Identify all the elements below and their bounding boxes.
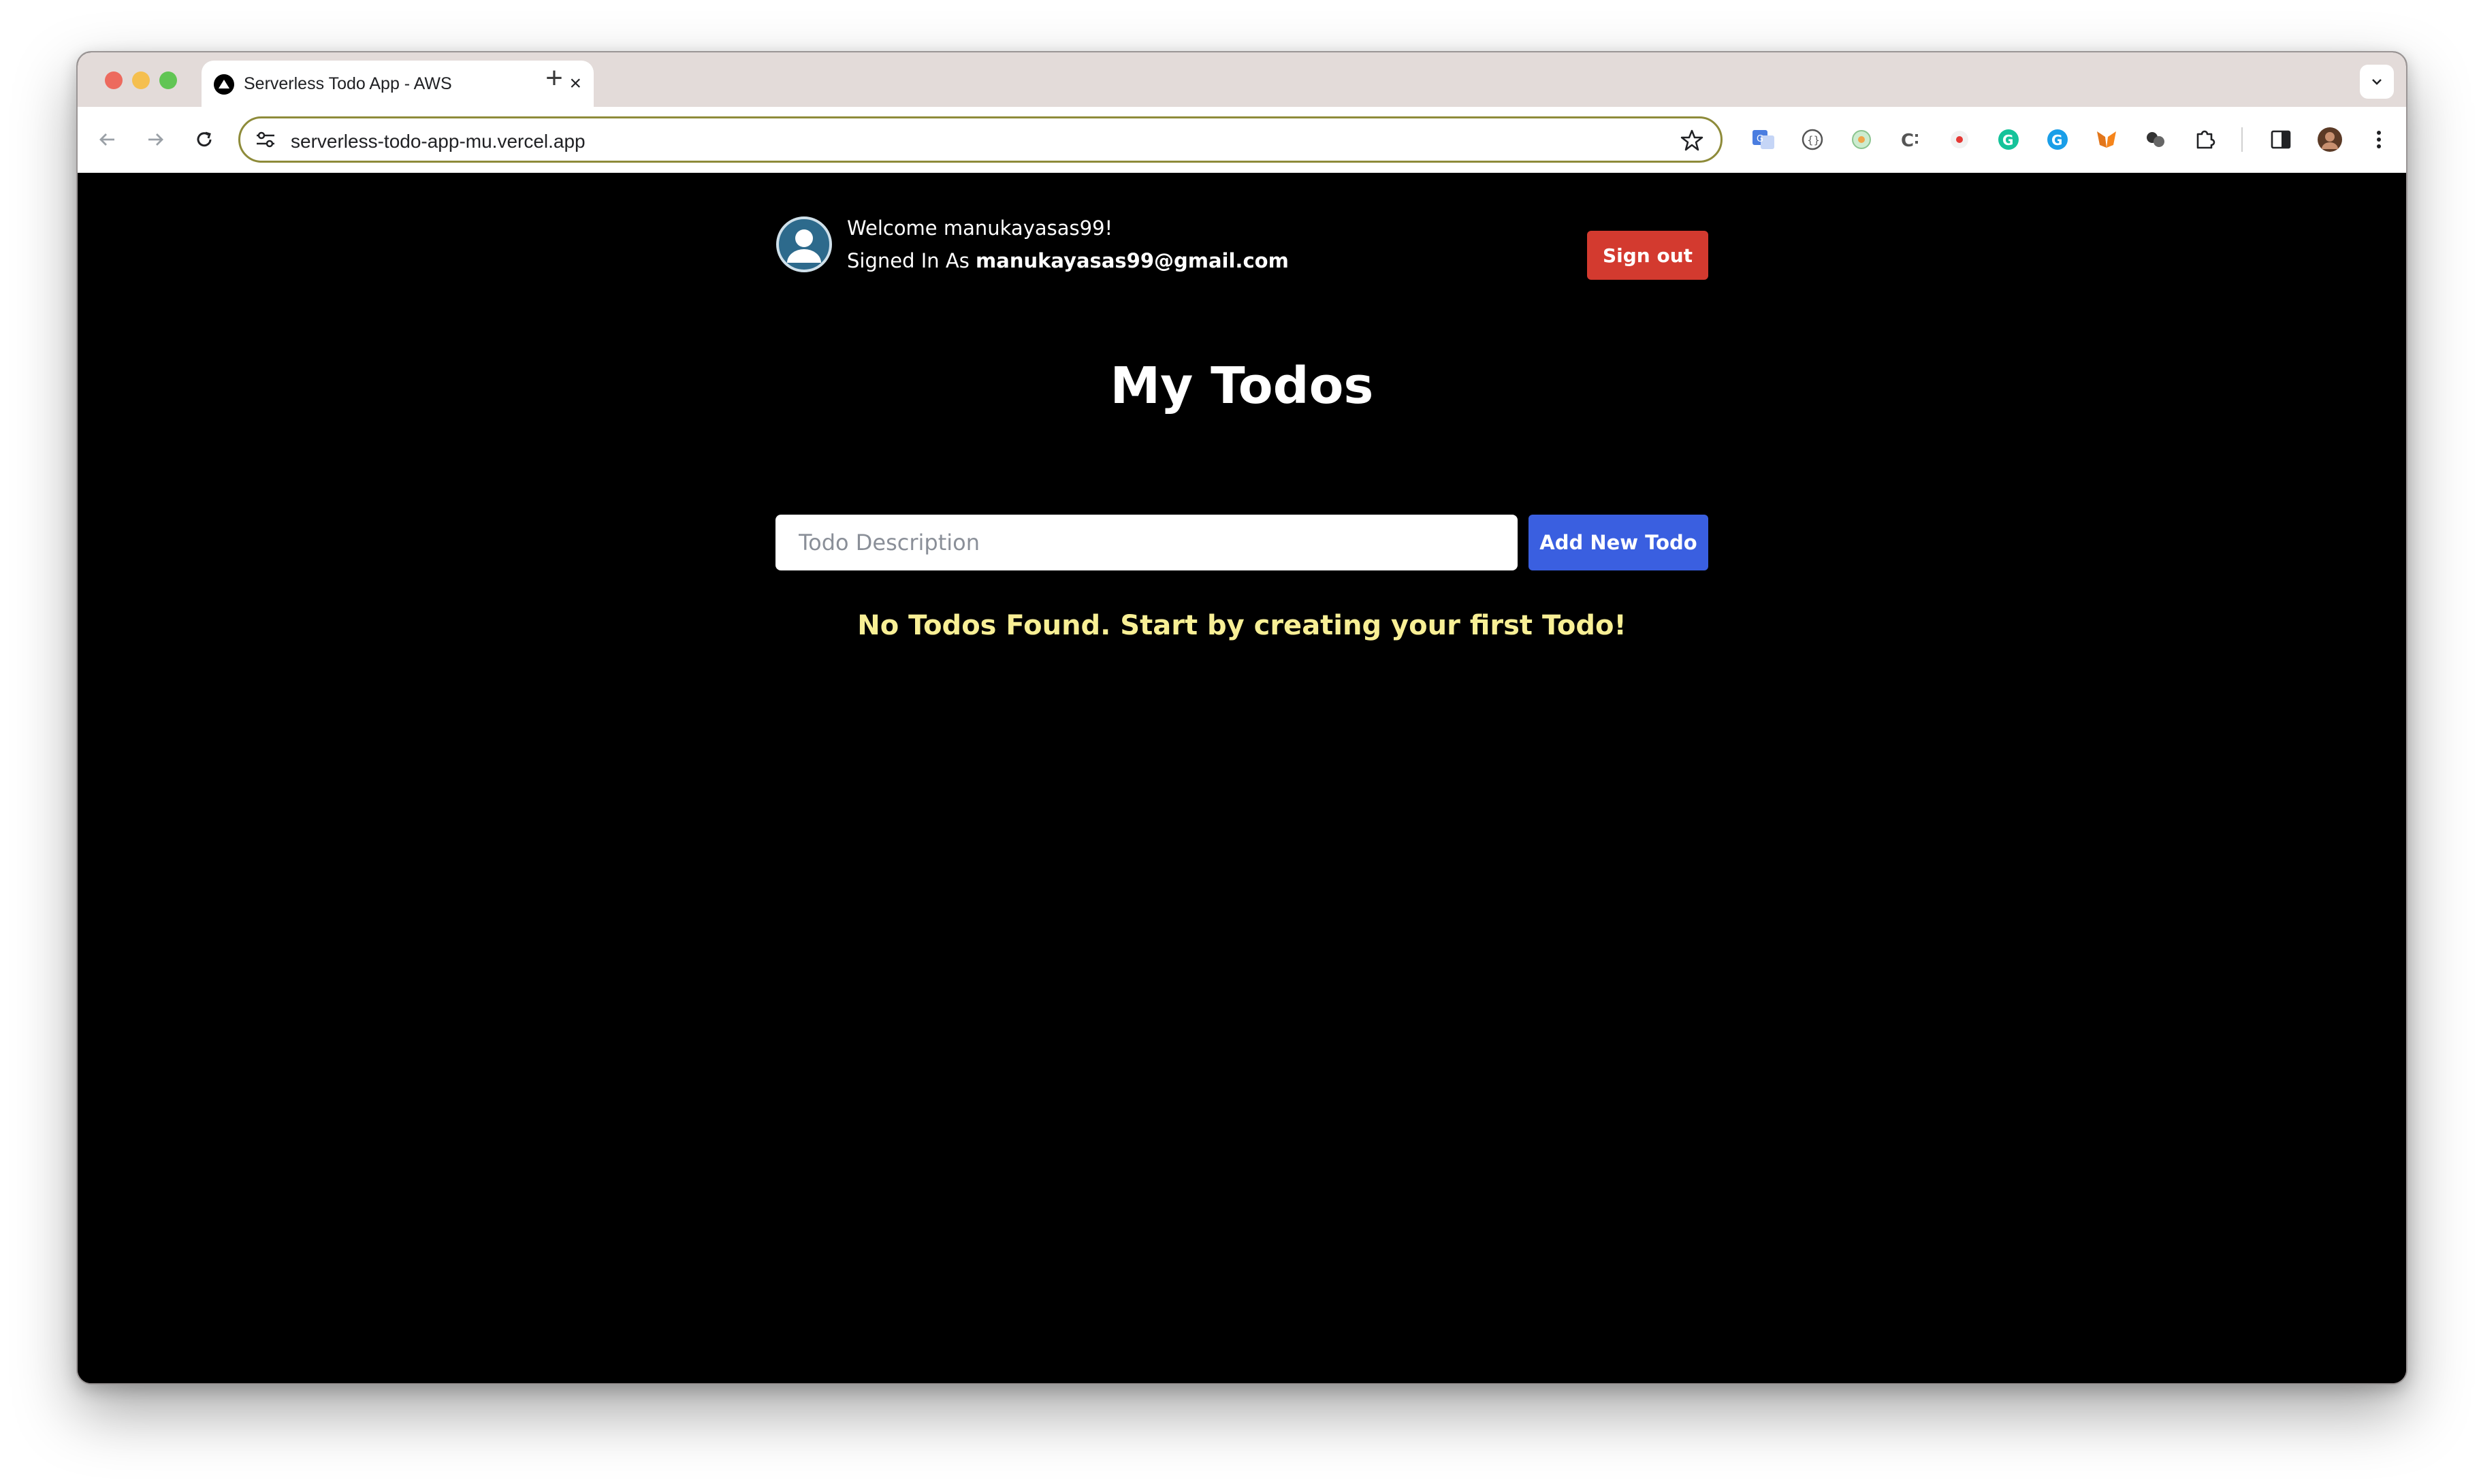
more-menu-icon[interactable] xyxy=(2365,126,2392,153)
tab-search-button[interactable] xyxy=(2360,65,2394,99)
minimize-window-button[interactable] xyxy=(132,71,150,89)
reload-button[interactable] xyxy=(188,123,221,156)
css-extension-icon[interactable]: C xyxy=(1897,126,1924,153)
bookmark-star-icon[interactable] xyxy=(1680,128,1704,152)
reload-icon xyxy=(197,131,212,147)
profile-avatar-icon[interactable] xyxy=(2316,126,2343,153)
back-button[interactable] xyxy=(91,123,124,156)
side-panel-icon[interactable] xyxy=(2267,126,2294,153)
app-page: Welcome manukayasas99! Signed In As manu… xyxy=(78,173,2406,1383)
tab-strip: Serverless Todo App - AWS × + xyxy=(78,52,2406,107)
site-settings-icon[interactable] xyxy=(254,129,277,150)
profile-group-extension-icon[interactable] xyxy=(2142,126,2169,153)
g-extension-icon[interactable]: G xyxy=(2044,126,2071,153)
signed-in-prefix: Signed In As xyxy=(847,249,976,272)
todo-description-input[interactable] xyxy=(775,515,1518,570)
metamask-extension-icon[interactable] xyxy=(2093,126,2120,153)
tab-title: Serverless Todo App - AWS xyxy=(244,74,452,93)
svg-text:G: G xyxy=(2002,132,2013,148)
new-tab-button[interactable]: + xyxy=(534,58,575,99)
empty-state-message: No Todos Found. Start by creating your f… xyxy=(857,610,1627,641)
grammarly-extension-icon[interactable]: G xyxy=(1995,126,2022,153)
arrow-right-icon xyxy=(148,133,163,146)
url-text: serverless-todo-app-mu.vercel.app xyxy=(291,131,586,152)
translate-extension-icon[interactable]: G xyxy=(1750,126,1777,153)
json-extension-icon[interactable]: {} xyxy=(1799,126,1826,153)
welcome-text: Welcome manukayasas99! xyxy=(847,216,1113,240)
svg-text:G: G xyxy=(2051,132,2062,148)
sign-out-button[interactable]: Sign out xyxy=(1587,231,1708,280)
address-bar[interactable]: serverless-todo-app-mu.vercel.app xyxy=(238,116,1723,163)
svg-text:{}: {} xyxy=(1807,134,1820,146)
signed-in-text: Signed In As manukayasas99@gmail.com xyxy=(847,249,1289,272)
svg-text:C: C xyxy=(1901,131,1914,151)
toolbar-divider xyxy=(2241,127,2243,152)
close-window-button[interactable] xyxy=(105,71,123,89)
maximize-window-button[interactable] xyxy=(159,71,177,89)
add-new-todo-button[interactable]: Add New Todo xyxy=(1528,515,1708,570)
browser-window: Serverless Todo App - AWS × + serverless… xyxy=(76,51,2407,1385)
forward-button[interactable] xyxy=(139,123,172,156)
user-email: manukayasas99@gmail.com xyxy=(976,249,1289,272)
page-title: My Todos xyxy=(1110,357,1374,415)
record-extension-icon[interactable] xyxy=(1946,126,1973,153)
color-picker-extension-icon[interactable] xyxy=(1848,126,1875,153)
vercel-favicon-icon xyxy=(214,74,234,95)
svg-text:G: G xyxy=(1757,134,1763,144)
browser-toolbar: serverless-todo-app-mu.vercel.app G {} C… xyxy=(78,107,2406,173)
arrow-left-icon xyxy=(99,133,114,146)
puzzle-icon[interactable] xyxy=(2191,126,2218,153)
user-avatar-icon xyxy=(776,216,832,272)
chevron-down-icon xyxy=(2372,79,2382,85)
